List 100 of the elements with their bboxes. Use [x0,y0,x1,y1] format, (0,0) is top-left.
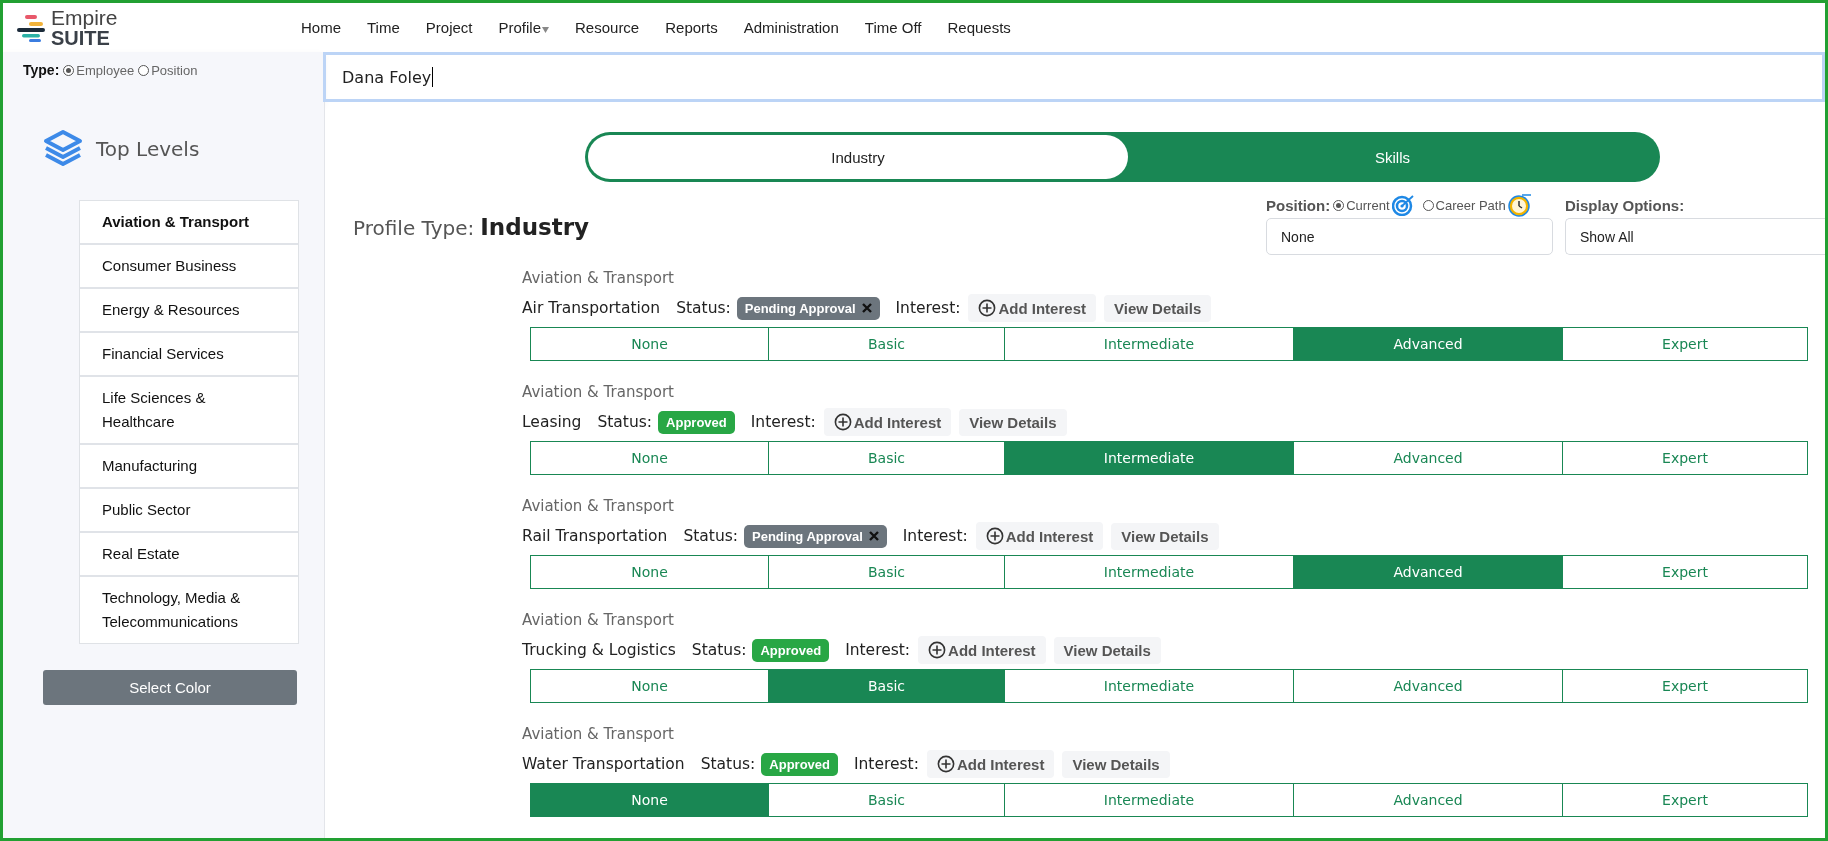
skill-category: Aviation & Transport [522,268,675,289]
level-option[interactable]: Basic [769,784,1005,816]
interest-label: Interest: [853,755,919,773]
level-option[interactable]: Basic [769,556,1005,588]
category-item[interactable]: Consumer Business [80,245,298,289]
category-item[interactable]: Real Estate [80,533,298,577]
logo-icon [17,13,47,42]
add-interest-button[interactable]: Add Interest [975,522,1104,550]
skill-name: Water Transportation [522,755,685,773]
radio-label: Employee [76,62,135,78]
level-option[interactable]: Advanced [1294,670,1563,702]
status-badge: Approved [752,638,830,662]
position-label: Position: [1266,196,1331,214]
status-label: Status: [597,413,653,431]
add-interest-button[interactable]: Add Interest [918,636,1046,664]
add-interest-button[interactable]: Add Interest [968,294,1096,322]
plus-icon [978,299,997,317]
position-select[interactable]: None [1266,218,1553,255]
nav-link[interactable]: Time [354,19,413,36]
status-label: Status: [683,527,738,545]
status-label: Status: [676,299,731,317]
skill-name: Air Transportation [522,299,661,317]
plus-icon [928,641,947,659]
level-option[interactable]: Expert [1563,328,1807,360]
nav-link[interactable]: Profile [485,19,562,36]
category-item[interactable]: Manufacturing [80,445,298,489]
display-options-select[interactable]: Show All [1565,218,1825,255]
view-details-button[interactable]: View Details [1111,522,1219,550]
plus-icon [936,755,955,773]
level-option[interactable]: None [531,556,769,588]
clock-icon [1507,193,1532,217]
status-badge[interactable]: Pending Approval [744,524,887,548]
category-item[interactable]: Aviation & Transport [80,201,298,245]
select-color-button[interactable]: Select Color [43,670,297,705]
tab[interactable]: Skills [1128,135,1657,179]
level-option[interactable]: Basic [769,670,1005,702]
skill-name: Rail Transportation [522,527,668,545]
radio-button[interactable] [138,64,150,76]
level-option[interactable]: Advanced [1294,328,1563,360]
nav-link[interactable]: Administration [730,19,852,36]
add-interest-button[interactable]: Add Interest [823,408,952,436]
skill-name: Leasing [522,413,582,431]
radio-label: Career Path [1435,197,1506,213]
level-option[interactable]: Advanced [1294,556,1563,588]
plus-icon [833,413,852,431]
level-option[interactable]: Expert [1563,556,1807,588]
target-icon [1391,194,1416,216]
category-item[interactable]: Energy & Resources [80,289,298,333]
skill-name: Trucking & Logistics [522,641,676,659]
status-label: Status: [691,641,747,659]
level-option[interactable]: Basic [769,328,1005,360]
nav-link[interactable]: Home [288,19,354,36]
status-badge: Approved [761,752,838,776]
radio-label: Position [151,62,198,78]
level-option[interactable]: Expert [1563,670,1807,702]
radio-button[interactable] [1422,199,1434,211]
view-details-button[interactable]: View Details [1062,750,1170,778]
brand-name: SUITE [51,28,110,48]
nav-link[interactable]: Requests [934,19,1024,36]
brand-name: Empire [51,7,118,28]
nav-link[interactable]: Time Off [851,19,935,36]
level-option[interactable]: None [531,784,769,816]
skill-category: Aviation & Transport [522,382,675,403]
tab[interactable]: Industry [588,135,1128,179]
interest-label: Interest: [895,299,961,317]
level-option[interactable]: Intermediate [1005,442,1294,474]
view-details-button[interactable]: View Details [959,408,1067,436]
add-interest-button[interactable]: Add Interest [926,750,1055,778]
radio-button[interactable] [63,64,75,76]
category-item[interactable]: Public Sector [80,489,298,533]
category-item[interactable]: Technology, Media & Telecommunications [80,577,298,643]
view-details-button[interactable]: View Details [1053,636,1161,664]
radio-button[interactable] [1333,199,1345,211]
search-field[interactable]: Dana Foley [323,52,1825,102]
nav-link[interactable]: Reports [652,19,731,36]
level-option[interactable]: Advanced [1294,784,1563,816]
skill-category: Aviation & Transport [522,610,675,631]
level-option[interactable]: Advanced [1294,442,1563,474]
category-item[interactable]: Financial Services [80,333,298,377]
level-option[interactable]: Expert [1563,784,1807,816]
level-option[interactable]: None [531,442,769,474]
display-options-label: Display Options: [1565,195,1686,216]
type-label: Type: [23,62,60,78]
interest-label: Interest: [750,413,816,431]
level-option[interactable]: None [531,328,769,360]
nav-link[interactable]: Resource [562,19,653,36]
skill-category: Aviation & Transport [522,496,675,517]
status-badge[interactable]: Pending Approval [736,296,880,320]
skill-category: Aviation & Transport [522,724,675,745]
level-option[interactable]: Intermediate [1005,670,1294,702]
view-details-button[interactable]: View Details [1104,294,1212,322]
plus-icon [985,527,1004,545]
sidebar-title: Top Levels [96,137,200,161]
status-badge: Approved [658,410,735,434]
nav-link[interactable]: Project [412,19,486,36]
radio-label: Current [1346,197,1390,213]
category-item[interactable]: Life Sciences & Healthcare [80,377,298,445]
level-option[interactable]: Intermediate [1005,784,1294,816]
level-option[interactable]: Expert [1563,442,1807,474]
interest-label: Interest: [845,641,911,659]
